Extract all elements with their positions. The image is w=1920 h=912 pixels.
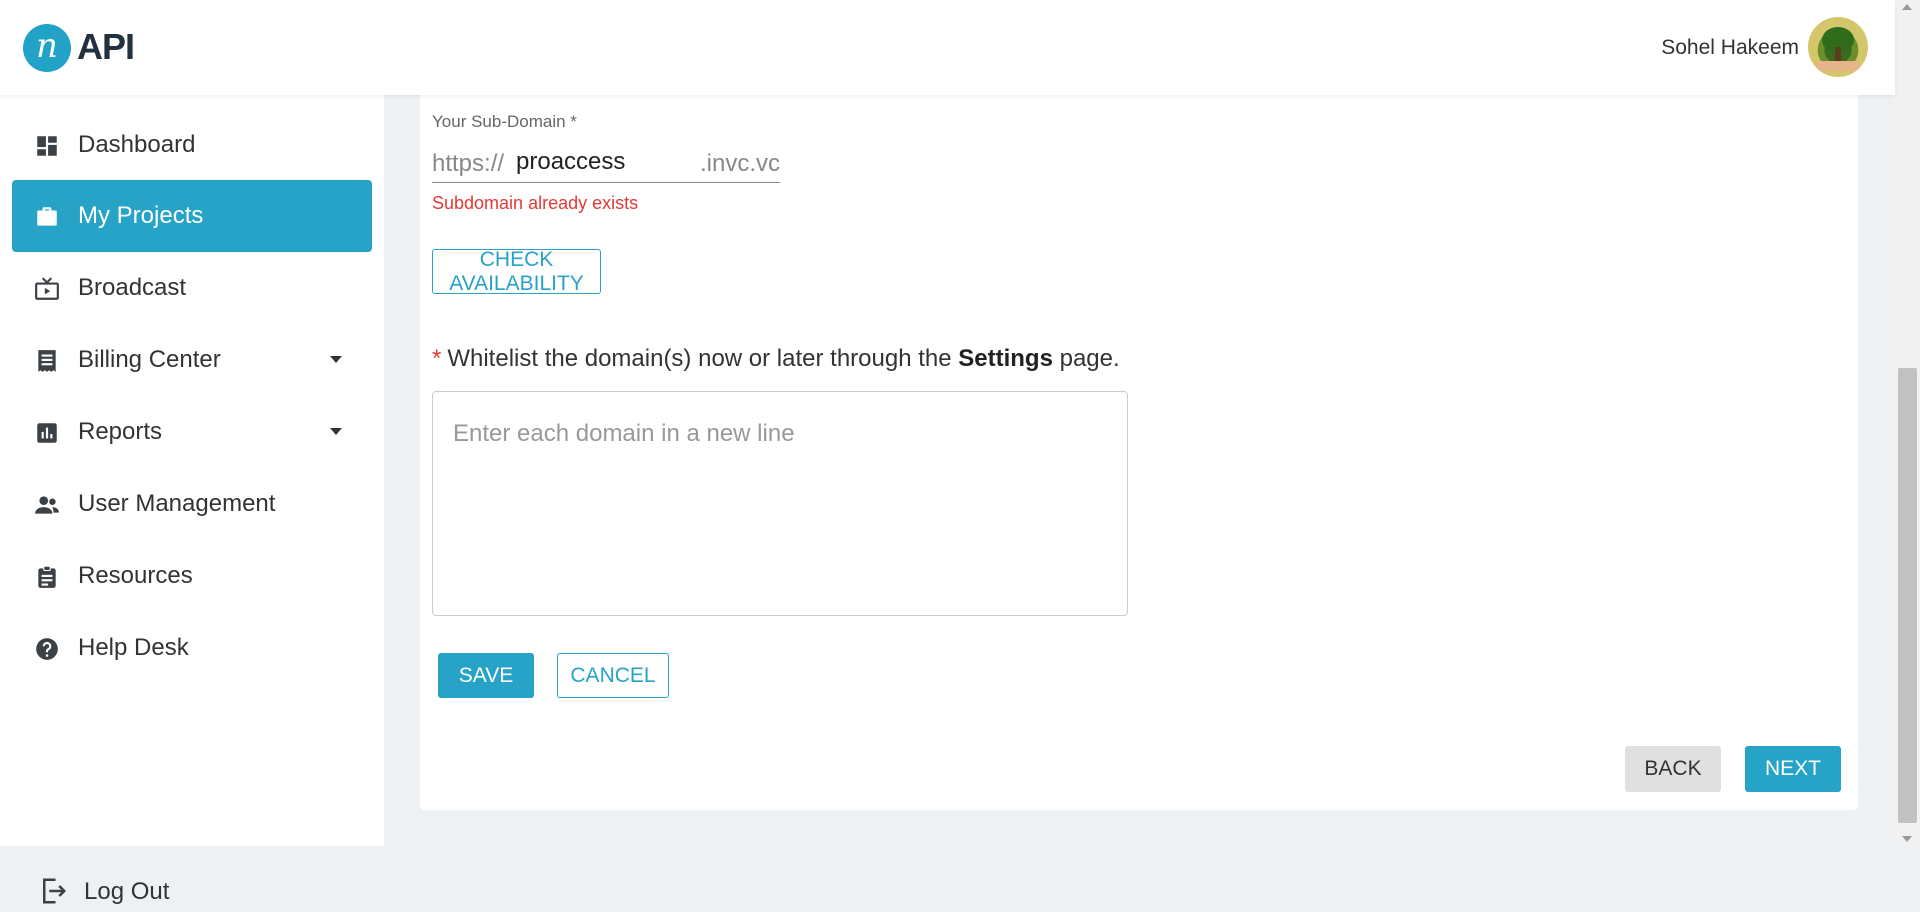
receipt-icon [38, 350, 56, 372]
whitelist-text-before: Whitelist the domain(s) now or later thr… [447, 345, 952, 372]
sidebar-item-label: My Projects [78, 202, 204, 229]
sidebar-item-reports[interactable]: Reports [12, 396, 372, 468]
dashboard-icon [37, 136, 57, 156]
sidebar-item-label: Resources [78, 562, 193, 589]
required-mark: * [432, 345, 442, 372]
subdomain-input[interactable] [516, 146, 686, 178]
chevron-down-icon[interactable] [330, 356, 342, 363]
sidebar-item-broadcast[interactable]: Broadcast [12, 252, 372, 324]
logout-icon [43, 878, 67, 904]
sidebar-item-label: Help Desk [78, 634, 189, 661]
top-header: n API Sohel Hakeem [0, 0, 1895, 95]
whitelist-text-after: page. [1059, 345, 1120, 372]
sidebar-item-user-management[interactable]: User Management [12, 468, 372, 540]
logout-button[interactable]: Log Out [38, 872, 238, 912]
people-icon [35, 496, 59, 514]
chevron-down-icon[interactable] [330, 428, 342, 435]
scroll-thumb[interactable] [1898, 368, 1917, 823]
logo-icon[interactable]: n [23, 24, 71, 72]
sidebar-item-label: Broadcast [78, 274, 187, 301]
bar-chart-icon [37, 423, 57, 443]
save-button[interactable]: SAVE [438, 653, 534, 698]
sidebar-item-label: User Management [78, 490, 276, 517]
logo-text[interactable]: API [77, 26, 135, 68]
subdomain-prefix: https:// [432, 150, 505, 177]
clipboard-icon [38, 565, 56, 588]
whitelist-instruction: * Whitelist the domain(s) now or later th… [432, 345, 1120, 373]
subdomain-label: Your Sub-Domain * [432, 112, 577, 131]
subdomain-field: https:// .invc.vc [432, 142, 780, 183]
settings-link[interactable]: Settings [958, 345, 1053, 372]
cancel-button[interactable]: CANCEL [557, 653, 669, 698]
domains-textarea[interactable] [432, 391, 1128, 616]
next-button[interactable]: NEXT [1745, 746, 1841, 792]
tv-icon [35, 277, 59, 300]
check-availability-button[interactable]: CHECK AVAILABILITY [432, 248, 601, 295]
back-button[interactable]: BACK [1625, 746, 1721, 792]
user-name[interactable]: Sohel Hakeem [1661, 36, 1799, 60]
subdomain-error: Subdomain already exists [432, 193, 639, 213]
avatar[interactable] [1808, 17, 1868, 77]
briefcase-icon [37, 207, 57, 226]
sidebar-item-dashboard[interactable]: Dashboard [12, 109, 372, 181]
help-icon [36, 638, 58, 660]
scroll-down-icon[interactable] [1902, 836, 1912, 842]
sidebar-item-help-desk[interactable]: Help Desk [12, 612, 372, 684]
sidebar-item-label: Reports [78, 418, 163, 445]
logout-label: Log Out [84, 878, 170, 905]
sidebar-item-resources[interactable]: Resources [12, 540, 372, 612]
subdomain-suffix: .invc.vc [699, 150, 780, 177]
project-setup-card: Your Sub-Domain * https:// .invc.vc Subd… [420, 90, 1858, 810]
sidebar-item-my-projects[interactable]: My Projects [12, 180, 372, 252]
sidebar-item-billing-center[interactable]: Billing Center [12, 324, 372, 396]
page-scrollbar[interactable] [1895, 0, 1920, 846]
sidebar-item-label: Billing Center [78, 346, 221, 373]
scroll-up-icon[interactable] [1902, 4, 1912, 10]
sidebar-item-label: Dashboard [78, 131, 196, 158]
sidebar: Dashboard My Projects Broadcast Billing … [0, 95, 384, 905]
